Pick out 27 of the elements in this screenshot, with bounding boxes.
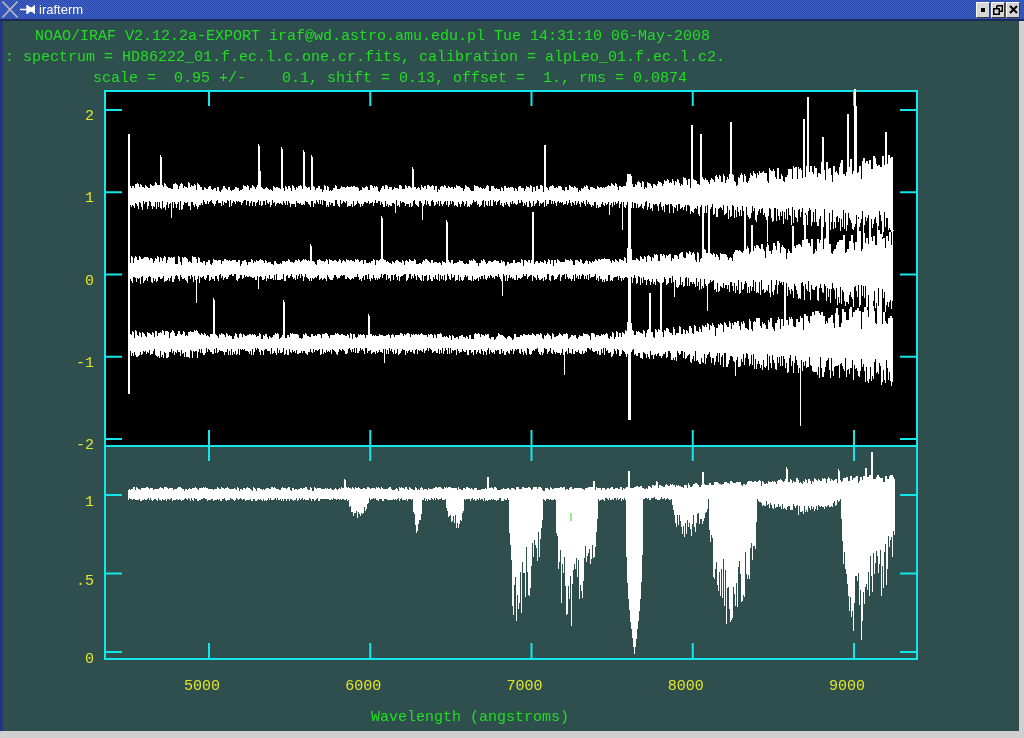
axis-tick-label: 9000 — [829, 678, 865, 695]
axis-tick-label: 8000 — [667, 678, 704, 695]
axis-tick-label: 1 — [85, 494, 94, 511]
terminal-line: NOAO/IRAF V2.12.2a-EXPORT iraf@wd.astro.amu.edu.pl Tue 14:31:10 06-May-2008 — [35, 27, 711, 47]
axis-tick-label: 1 — [85, 190, 94, 208]
axis-tick-label: 2 — [85, 108, 94, 125]
close-icon — [1008, 5, 1018, 14]
axis-tick-label: 6000 — [345, 678, 382, 695]
axis-tick-label: 0 — [85, 272, 94, 290]
axis-tick-label: 5000 — [184, 678, 220, 695]
axis-tick-label: -1 — [76, 354, 94, 372]
window-title: irafterm — [39, 2, 84, 17]
axis-title: Wavelength (angstroms) — [371, 709, 569, 726]
axis-tick-label: 0 — [85, 651, 94, 668]
minimize-button[interactable] — [976, 1, 990, 18]
terminal-line: scale = 0.95 +/- 0.1, shift = 0.13, offset = 1., rms = 0.0874 — [93, 69, 688, 89]
axis-tick-label: -2 — [76, 437, 94, 454]
axis-tick-label: .5 — [76, 572, 94, 590]
minimize-icon — [981, 7, 985, 12]
maximize-button[interactable] — [991, 1, 1005, 18]
marker-icon — [570, 513, 572, 521]
pin-icon[interactable] — [20, 5, 35, 14]
maximize-icon — [993, 4, 1003, 15]
terminal-line: : spectrum = HD86222_01.f.ec.l.c.one.cr.fits, calibration = alpLeo_01.f.ec.l.c2. — [5, 48, 726, 68]
cross-icon[interactable] — [2, 1, 18, 18]
close-button[interactable] — [1006, 1, 1020, 18]
axis-tick-label: 7000 — [506, 678, 543, 695]
